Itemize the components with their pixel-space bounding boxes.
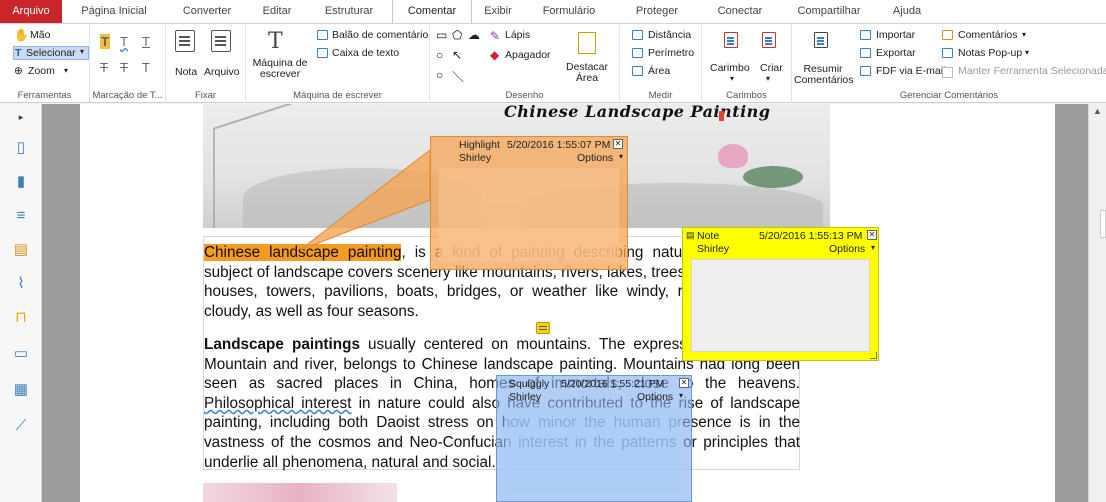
- resize-handle[interactable]: [870, 352, 877, 359]
- popup-options[interactable]: Options: [829, 243, 865, 255]
- close-icon[interactable]: ✕: [867, 230, 877, 240]
- popup-body[interactable]: [505, 407, 683, 493]
- close-icon[interactable]: ✕: [679, 378, 689, 388]
- popup-author: Shirley: [509, 391, 542, 403]
- close-icon[interactable]: ✕: [613, 139, 623, 149]
- sticky-note-icon[interactable]: [536, 322, 550, 334]
- chevron-down-icon: ▾: [679, 391, 684, 400]
- note-popup[interactable]: ▤ Note 5/20/2016 1:55:13 PM ✕ Shirley Op…: [682, 227, 879, 361]
- popup-author: Shirley: [459, 152, 492, 164]
- scroll-up-icon[interactable]: ▲: [1093, 106, 1102, 116]
- popup-date: 5/20/2016 1:55:13 PM: [759, 230, 863, 242]
- popup-type: Note: [697, 230, 720, 242]
- popup-options[interactable]: Options: [637, 391, 673, 403]
- popup-body[interactable]: [691, 259, 870, 352]
- chevron-down-icon: ▾: [871, 243, 876, 252]
- popup-body[interactable]: [439, 168, 619, 261]
- note-icon: ▤: [686, 230, 695, 240]
- vertical-scrollbar[interactable]: [1088, 104, 1106, 502]
- squiggly-popup[interactable]: Squiggly 5/20/2016 1:55:21 PM ✕ Shirley …: [496, 375, 692, 502]
- popup-date: 5/20/2016 1:55:21 PM: [561, 378, 665, 390]
- popup-options[interactable]: Options: [577, 152, 613, 164]
- chevron-down-icon: ▾: [619, 152, 624, 161]
- popup-type: Squiggly: [509, 378, 550, 390]
- popup-type: Highlight: [459, 139, 500, 151]
- popup-author: Shirley: [697, 243, 730, 255]
- popup-date: 5/20/2016 1:55:07 PM: [507, 139, 611, 151]
- right-panel-handle[interactable]: [1100, 210, 1106, 238]
- highlight-popup[interactable]: Highlight 5/20/2016 1:55:07 PM ✕ Shirley…: [430, 136, 628, 270]
